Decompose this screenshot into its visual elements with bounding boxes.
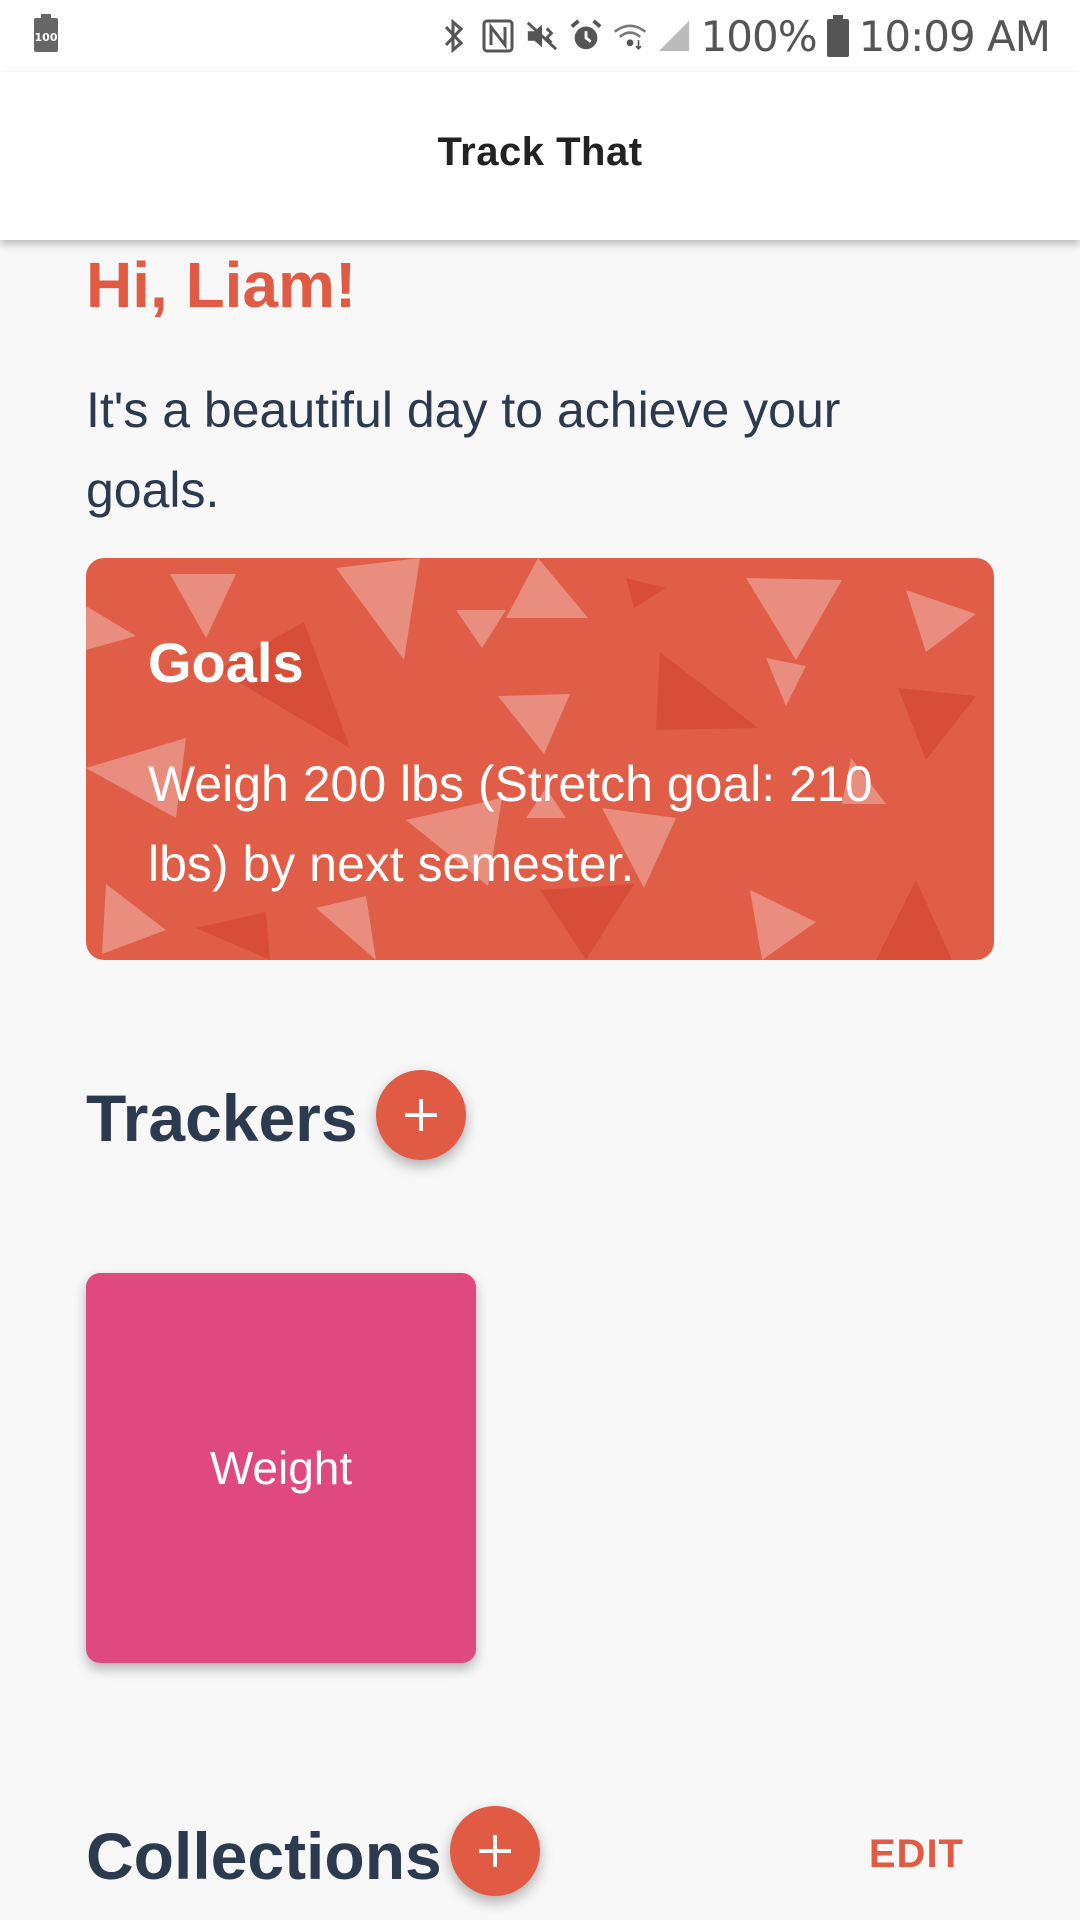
nfc-icon [481,16,515,56]
greeting-title: Hi, Liam! [86,249,357,321]
alarm-icon [569,16,603,56]
add-tracker-button[interactable] [376,1070,466,1160]
tracker-tile-weight[interactable]: Weight [86,1273,476,1663]
goals-text: Weigh 200 lbs (Stretch goal: 210 lbs) by… [148,756,873,892]
signal-icon [657,16,691,56]
app-bar: Track That [0,72,1080,240]
battery-saver-label: 100 [34,31,58,44]
goals-title: Goals [148,631,304,694]
vibrate-icon [525,16,559,56]
battery-saver-icon: 100 [32,14,62,54]
battery-percent: 100% [700,11,818,61]
collections-title: Collections [86,1819,442,1893]
status-bar: 100 100% 10:09 AM [0,0,1080,72]
clock: 10:09 AM [858,11,1051,61]
bluetooth-icon [437,16,471,56]
goals-card[interactable]: Goals Weigh 200 lbs (Stretch goal: 210 l… [86,558,994,960]
edit-collections-button[interactable]: EDIT [869,1832,964,1877]
add-collection-button[interactable] [450,1806,540,1896]
trackers-title: Trackers [86,1081,358,1155]
status-icons: 100% 10:09 AM [437,8,1051,64]
wifi-icon [613,16,647,56]
tracker-label: Weight [209,1442,353,1494]
greeting-subtitle: It's a beautiful day to achieve your goa… [86,382,841,518]
battery-icon [826,15,849,57]
app-title: Track That [437,130,643,174]
